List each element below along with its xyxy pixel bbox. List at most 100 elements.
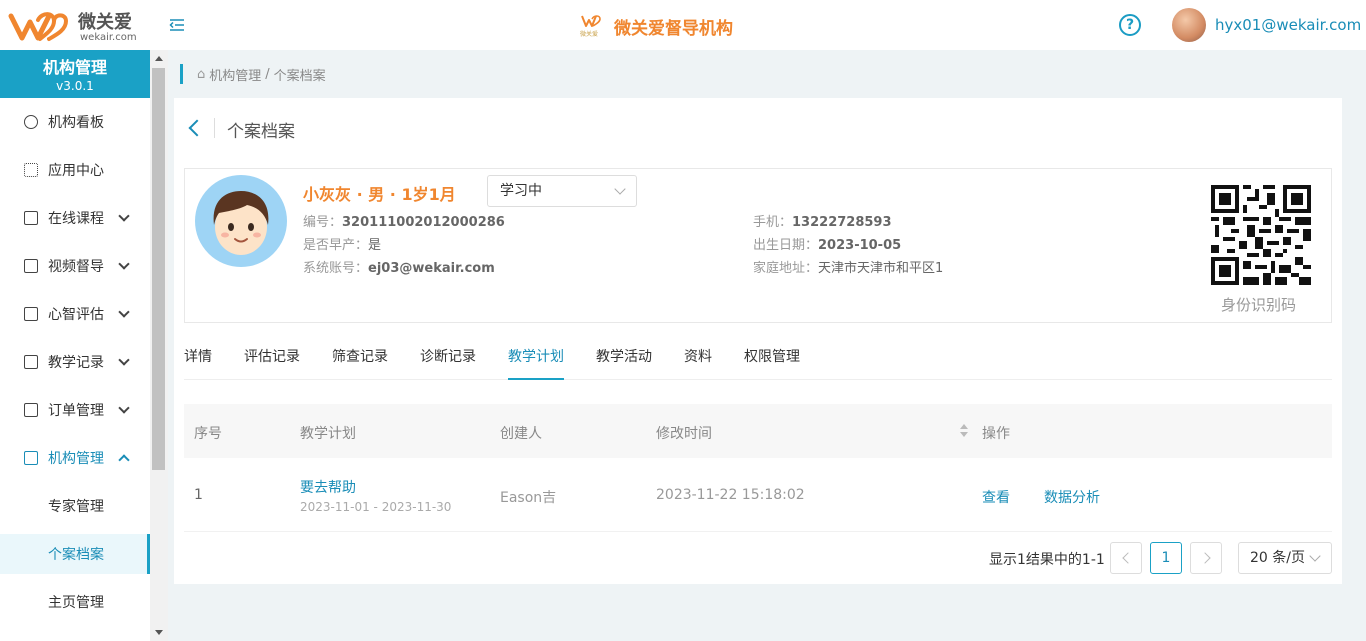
- menu-collapse-icon[interactable]: [168, 16, 186, 34]
- tab-permissions[interactable]: 权限管理: [744, 346, 800, 380]
- sidebar-subitem-case-files[interactable]: 个案档案: [0, 534, 150, 574]
- tab-diagnosis-records[interactable]: 诊断记录: [420, 346, 476, 380]
- sidebar-item-label: 教学记录: [48, 355, 104, 371]
- chevron-down-icon: [118, 306, 130, 318]
- scroll-up-icon[interactable]: [155, 56, 163, 61]
- tab-bar: 详情 评估记录 筛查记录 诊断记录 教学计划 教学活动 资料 权限管理: [184, 338, 1332, 380]
- video-icon: [24, 355, 38, 369]
- sidebar-item-app-center[interactable]: 应用中心: [0, 146, 150, 194]
- tab-materials[interactable]: 资料: [684, 346, 712, 380]
- table-header: 序号 教学计划 创建人 修改时间 操作: [184, 404, 1332, 458]
- field-value: 320111002012000286: [342, 215, 505, 230]
- profile-panel: 小灰灰 · 男 · 1岁1月 学习中 编号：320111002012000286…: [184, 168, 1332, 323]
- field-label: 手机：: [753, 215, 793, 230]
- field-id: 编号：320111002012000286: [303, 211, 505, 230]
- column-header-creator: 创建人: [500, 426, 542, 442]
- table-row: 1 要去帮助 2023-11-01 - 2023-11-30 Eason吉 20…: [184, 458, 1332, 532]
- row-index: 1: [194, 487, 203, 503]
- boy-face-icon: [213, 191, 269, 255]
- bank-icon: ⌂: [197, 66, 206, 82]
- main-card: 个案档案 小灰灰 · 男 · 1岁1月 学习中 编号：3201110020120…: [174, 98, 1342, 584]
- field-value: 13222728593: [792, 215, 892, 230]
- data-analysis-button[interactable]: 数据分析: [1044, 487, 1100, 507]
- field-account: 系统账号：ej03@wekair.com: [303, 257, 495, 276]
- sidebar-item-label: 心智评估: [48, 307, 104, 323]
- field-label: 系统账号：: [303, 261, 369, 276]
- brand-logo[interactable]: 微关爱 wekair.com: [8, 6, 143, 46]
- scroll-down-icon[interactable]: [155, 630, 163, 635]
- clipboard-icon: [24, 307, 38, 321]
- sidebar-item-org-management[interactable]: 机构管理: [0, 434, 150, 482]
- next-page-button[interactable]: [1190, 542, 1222, 574]
- qr-label: 身份识别码: [1221, 296, 1297, 314]
- view-button[interactable]: 查看: [982, 487, 1010, 507]
- sidebar-subitem-experts[interactable]: 专家管理: [0, 486, 150, 526]
- heart-w-logo-icon: [8, 12, 69, 41]
- page-size-select[interactable]: 20 条/页: [1238, 542, 1332, 574]
- status-value: 学习中: [500, 183, 542, 199]
- sidebar-scrollbar[interactable]: [150, 50, 168, 641]
- scrollbar-thumb[interactable]: [152, 68, 165, 470]
- sidebar-item-label: 机构管理: [48, 451, 104, 467]
- sidebar-item-video-supervision[interactable]: 视频督导: [0, 242, 150, 290]
- bank-icon: [24, 451, 38, 465]
- field-address: 家庭地址：天津市天津市和平区1: [753, 257, 943, 276]
- user-email[interactable]: hyx01@wekair.com: [1215, 16, 1361, 34]
- sidebar: 机构管理 v3.0.1 机构看板 应用中心 在线课程 视频督导 心智评估 教学记…: [0, 50, 168, 641]
- sidebar-header: 机构管理 v3.0.1: [0, 50, 150, 98]
- tab-details[interactable]: 详情: [184, 346, 212, 380]
- chevron-down-icon: [118, 402, 130, 414]
- tab-screening-records[interactable]: 筛查记录: [332, 346, 388, 380]
- plan-name-link[interactable]: 要去帮助: [300, 477, 356, 497]
- child-avatar: [195, 175, 287, 267]
- page-number-button[interactable]: 1: [1150, 542, 1182, 574]
- sidebar-subitem-homepage[interactable]: 主页管理: [0, 582, 150, 622]
- brand-name: 微关爱: [78, 12, 132, 33]
- tab-teaching-plan[interactable]: 教学计划: [508, 346, 564, 380]
- sidebar-title: 机构管理: [42, 58, 107, 77]
- avatar[interactable]: [1172, 8, 1206, 42]
- page-size-value: 20 条/页: [1250, 550, 1305, 566]
- grid-icon: [24, 163, 38, 177]
- chevron-down-icon: [1309, 550, 1321, 562]
- breadcrumb: ⌂ 机构管理 / 个案档案: [180, 64, 326, 84]
- sidebar-item-dashboard[interactable]: 机构看板: [0, 98, 150, 146]
- field-value: 2023-10-05: [818, 238, 902, 253]
- back-arrow-icon[interactable]: [186, 118, 202, 138]
- tab-assessment-records[interactable]: 评估记录: [244, 346, 300, 380]
- sidebar-item-assessment[interactable]: 心智评估: [0, 290, 150, 338]
- breadcrumb-separator: /: [265, 66, 270, 82]
- chevron-down-icon: [118, 258, 130, 270]
- divider: [214, 118, 215, 138]
- sidebar-item-label: 机构看板: [48, 115, 104, 131]
- pagination-info: 显示1结果中的1-1: [989, 552, 1105, 568]
- pie-chart-icon: [24, 115, 38, 129]
- org-name: 微关爱督导机构: [614, 18, 733, 39]
- chevron-up-icon: [118, 454, 130, 466]
- org-logo-icon: 微关爱: [580, 14, 602, 38]
- breadcrumb-parent[interactable]: 机构管理: [209, 65, 261, 84]
- sidebar-subitem-label: 个案档案: [48, 547, 104, 563]
- field-phone: 手机：13222728593: [753, 211, 892, 230]
- field-label: 是否早产：: [303, 238, 369, 253]
- help-icon[interactable]: ?: [1119, 14, 1141, 36]
- tab-teaching-activities[interactable]: 教学活动: [596, 346, 652, 380]
- page-title: 个案档案: [227, 122, 295, 142]
- top-header: 微关爱 wekair.com 微关爱 微关爱督导机构 ? hyx01@wekai…: [0, 0, 1366, 50]
- field-premature: 是否早产：是: [303, 234, 381, 253]
- column-header-modified[interactable]: 修改时间: [656, 423, 712, 443]
- sort-icon[interactable]: [960, 424, 968, 438]
- sidebar-item-orders[interactable]: 订单管理: [0, 386, 150, 434]
- qr-code-icon[interactable]: [1211, 185, 1311, 285]
- row-modified-time: 2023-11-22 15:18:02: [656, 487, 805, 503]
- sidebar-item-label: 订单管理: [48, 403, 104, 419]
- child-name-line: 小灰灰 · 男 · 1岁1月: [303, 185, 456, 204]
- field-label: 家庭地址：: [753, 261, 819, 276]
- sidebar-item-online-courses[interactable]: 在线课程: [0, 194, 150, 242]
- field-birth-date: 出生日期：2023-10-05: [753, 234, 901, 253]
- status-select[interactable]: 学习中: [487, 175, 637, 207]
- prev-page-button[interactable]: [1110, 542, 1142, 574]
- sidebar-item-teaching-records[interactable]: 教学记录: [0, 338, 150, 386]
- field-value: 是: [368, 238, 382, 253]
- column-header-actions: 操作: [982, 426, 1010, 442]
